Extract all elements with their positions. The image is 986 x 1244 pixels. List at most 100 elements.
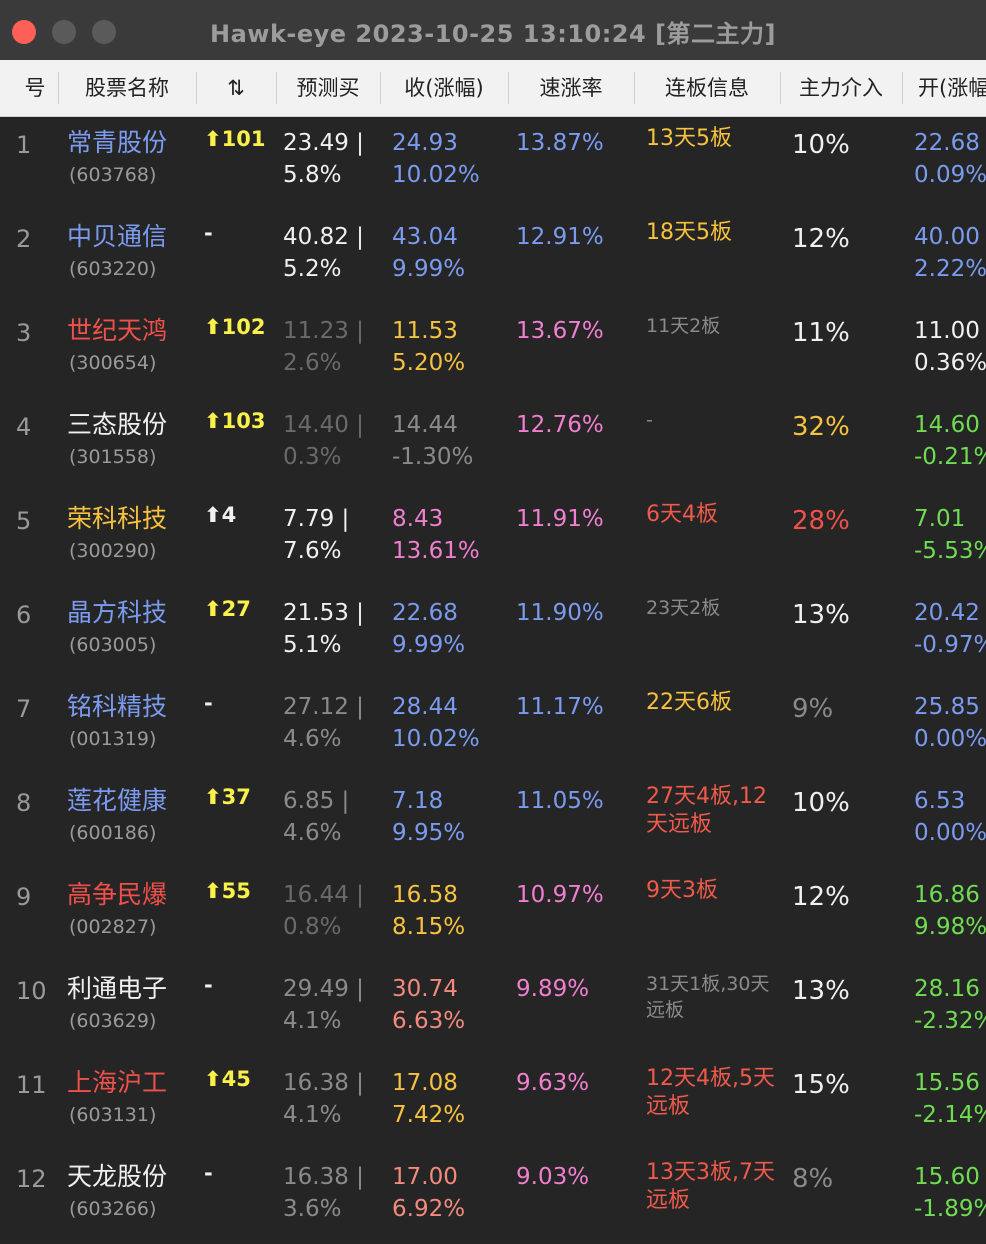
col-header-index[interactable]: 号: [14, 60, 56, 116]
predicted-buy-price: 29.49 |: [283, 976, 364, 1002]
predicted-buy-pct: 4.6%: [283, 820, 342, 846]
board-info: 13天5板: [646, 126, 732, 151]
rank-change: ⬆37: [204, 785, 251, 809]
col-header-main-force[interactable]: 主力介入: [782, 60, 900, 116]
close-price: 30.74: [392, 976, 458, 1002]
table-row[interactable]: 12 天龙股份 (603266) - 16.38 | 3.6% 17.00 6.92% 9.03…: [0, 1151, 986, 1244]
stock-name: 世纪天鸿: [67, 316, 168, 345]
table-row[interactable]: 11 上海沪工 (603131) ⬆45 16.38 | 4.1% 17.08 7.42% 9.…: [0, 1057, 986, 1153]
table-row[interactable]: 10 利通电子 (603629) - 29.49 | 4.1% 30.74 6.63% 9.89…: [0, 963, 986, 1059]
table-row[interactable]: 7 铭科精技 (001319) - 27.12 | 4.6% 28.44 10.02% 11.1…: [0, 681, 986, 777]
predicted-buy-pct: 7.6%: [283, 538, 342, 564]
close-change-pct: 8.15%: [392, 914, 466, 940]
rank-change: ⬆102: [204, 315, 266, 339]
predicted-buy-price: 16.38 |: [283, 1164, 364, 1190]
table-row[interactable]: 6 晶方科技 (603005) ⬆27 21.53 | 5.1% 22.68 9.99% 11.…: [0, 587, 986, 683]
predicted-buy-price: 6.85 |: [283, 788, 350, 814]
main-force-pct: 10%: [792, 130, 850, 160]
stock-code: (301558): [69, 446, 157, 468]
open-price: 25.85: [914, 694, 980, 720]
col-header-close-change[interactable]: 收(涨幅): [382, 60, 506, 116]
predicted-buy-price: 11.23 |: [283, 318, 364, 344]
open-price: 7.01: [914, 506, 966, 532]
main-force-pct: 12%: [792, 882, 850, 912]
table-row[interactable]: 2 中贝通信 (603220) - 40.82 | 5.2% 43.04 9.99% 12.91…: [0, 211, 986, 307]
open-price: 20.42: [914, 600, 980, 626]
open-change-pct: 0.00%: [914, 820, 986, 846]
speed-rate: 9.89%: [516, 976, 590, 1002]
board-info: -: [646, 409, 653, 431]
board-info: 12天4板,5天远板: [646, 1066, 775, 1119]
table-row[interactable]: 8 莲花健康 (600186) ⬆37 6.85 | 4.6% 7.18 9.95% 11.05…: [0, 775, 986, 871]
stock-code: (600186): [69, 822, 157, 844]
col-header-name[interactable]: 股票名称: [60, 60, 194, 116]
close-price: 17.08: [392, 1070, 458, 1096]
close-price: 43.04: [392, 224, 458, 250]
predicted-buy-pct: 5.2%: [283, 256, 342, 282]
close-change-pct: 9.99%: [392, 256, 466, 282]
table-row[interactable]: 5 荣科科技 (300290) ⬆4 7.79 | 7.6% 8.43 13.61% 11.91…: [0, 493, 986, 589]
main-force-pct: 32%: [792, 412, 850, 442]
stock-code: (603768): [69, 164, 157, 186]
board-info: 9天3板: [646, 878, 718, 903]
close-change-pct: 13.61%: [392, 538, 480, 564]
open-change-pct: 9.98%: [914, 914, 986, 940]
board-info: 27天4板,12天远板: [646, 784, 767, 837]
open-change-pct: -2.32%: [914, 1008, 986, 1034]
rank-change: ⬆101: [204, 127, 266, 151]
stock-code: (603220): [69, 258, 157, 280]
col-header-speed-rate[interactable]: 速涨率: [510, 60, 632, 116]
table-row[interactable]: 1 常青股份 (603768) ⬆101 23.49 | 5.8% 24.93 10.02% 1…: [0, 117, 986, 213]
board-info: 18天5板: [646, 220, 732, 245]
speed-rate: 13.67%: [516, 318, 604, 344]
close-change-pct: 7.42%: [392, 1102, 466, 1128]
rank-change: -: [204, 1161, 213, 1185]
table-row[interactable]: 3 世纪天鸿 (300654) ⬆102 11.23 | 2.6% 11.53 5.20% 13…: [0, 305, 986, 401]
board-info: 13天3板,7天远板: [646, 1160, 775, 1213]
app-window: Hawk-eye 2023-10-25 13:10:24 [第二主力] 号 股票…: [0, 0, 986, 1244]
stock-code: (001319): [69, 728, 157, 750]
row-index: 1: [16, 131, 32, 159]
table-row[interactable]: 4 三态股份 (301558) ⬆103 14.40 | 0.3% 14.44 -1.30% 1…: [0, 399, 986, 495]
col-header-sort[interactable]: ⇅: [198, 60, 274, 116]
stock-name: 上海沪工: [67, 1068, 168, 1097]
stock-name: 中贝通信: [67, 222, 168, 251]
col-header-predicted-buy[interactable]: 预测买: [278, 60, 378, 116]
board-info: 22天6板: [646, 690, 732, 715]
main-force-pct: 15%: [792, 1070, 850, 1100]
predicted-buy-pct: 0.3%: [283, 444, 342, 470]
close-price: 11.53: [392, 318, 458, 344]
predicted-buy-price: 27.12 |: [283, 694, 364, 720]
predicted-buy-pct: 5.8%: [283, 162, 342, 188]
open-price: 22.68: [914, 130, 980, 156]
table-row[interactable]: 9 高争民爆 (002827) ⬆55 16.44 | 0.8% 16.58 8.15% 10.…: [0, 869, 986, 965]
speed-rate: 12.91%: [516, 224, 604, 250]
close-price: 17.00: [392, 1164, 458, 1190]
open-change-pct: -1.89%: [914, 1196, 986, 1222]
predicted-buy-price: 40.82 |: [283, 224, 364, 250]
stock-name: 铭科精技: [67, 692, 168, 721]
predicted-buy-price: 14.40 |: [283, 412, 364, 438]
stock-name: 荣科科技: [67, 504, 168, 533]
row-index: 10: [16, 977, 47, 1005]
col-header-open-change[interactable]: 开(涨幅: [904, 60, 986, 116]
close-price: 16.58: [392, 882, 458, 908]
speed-rate: 11.05%: [516, 788, 604, 814]
stock-code: (603266): [69, 1198, 157, 1220]
predicted-buy-pct: 4.1%: [283, 1102, 342, 1128]
predicted-buy-pct: 4.1%: [283, 1008, 342, 1034]
rank-change: ⬆45: [204, 1067, 251, 1091]
main-force-pct: 13%: [792, 600, 850, 630]
col-header-board-info[interactable]: 连板信息: [636, 60, 778, 116]
row-index: 9: [16, 883, 32, 911]
open-change-pct: -2.14%: [914, 1102, 986, 1128]
speed-rate: 11.17%: [516, 694, 604, 720]
open-price: 6.53: [914, 788, 966, 814]
title-bar: Hawk-eye 2023-10-25 13:10:24 [第二主力]: [0, 0, 986, 61]
close-price: 28.44: [392, 694, 458, 720]
close-change-pct: -1.30%: [392, 444, 474, 470]
speed-rate: 11.90%: [516, 600, 604, 626]
close-price: 14.44: [392, 412, 458, 438]
close-change-pct: 10.02%: [392, 726, 480, 752]
main-force-pct: 13%: [792, 976, 850, 1006]
